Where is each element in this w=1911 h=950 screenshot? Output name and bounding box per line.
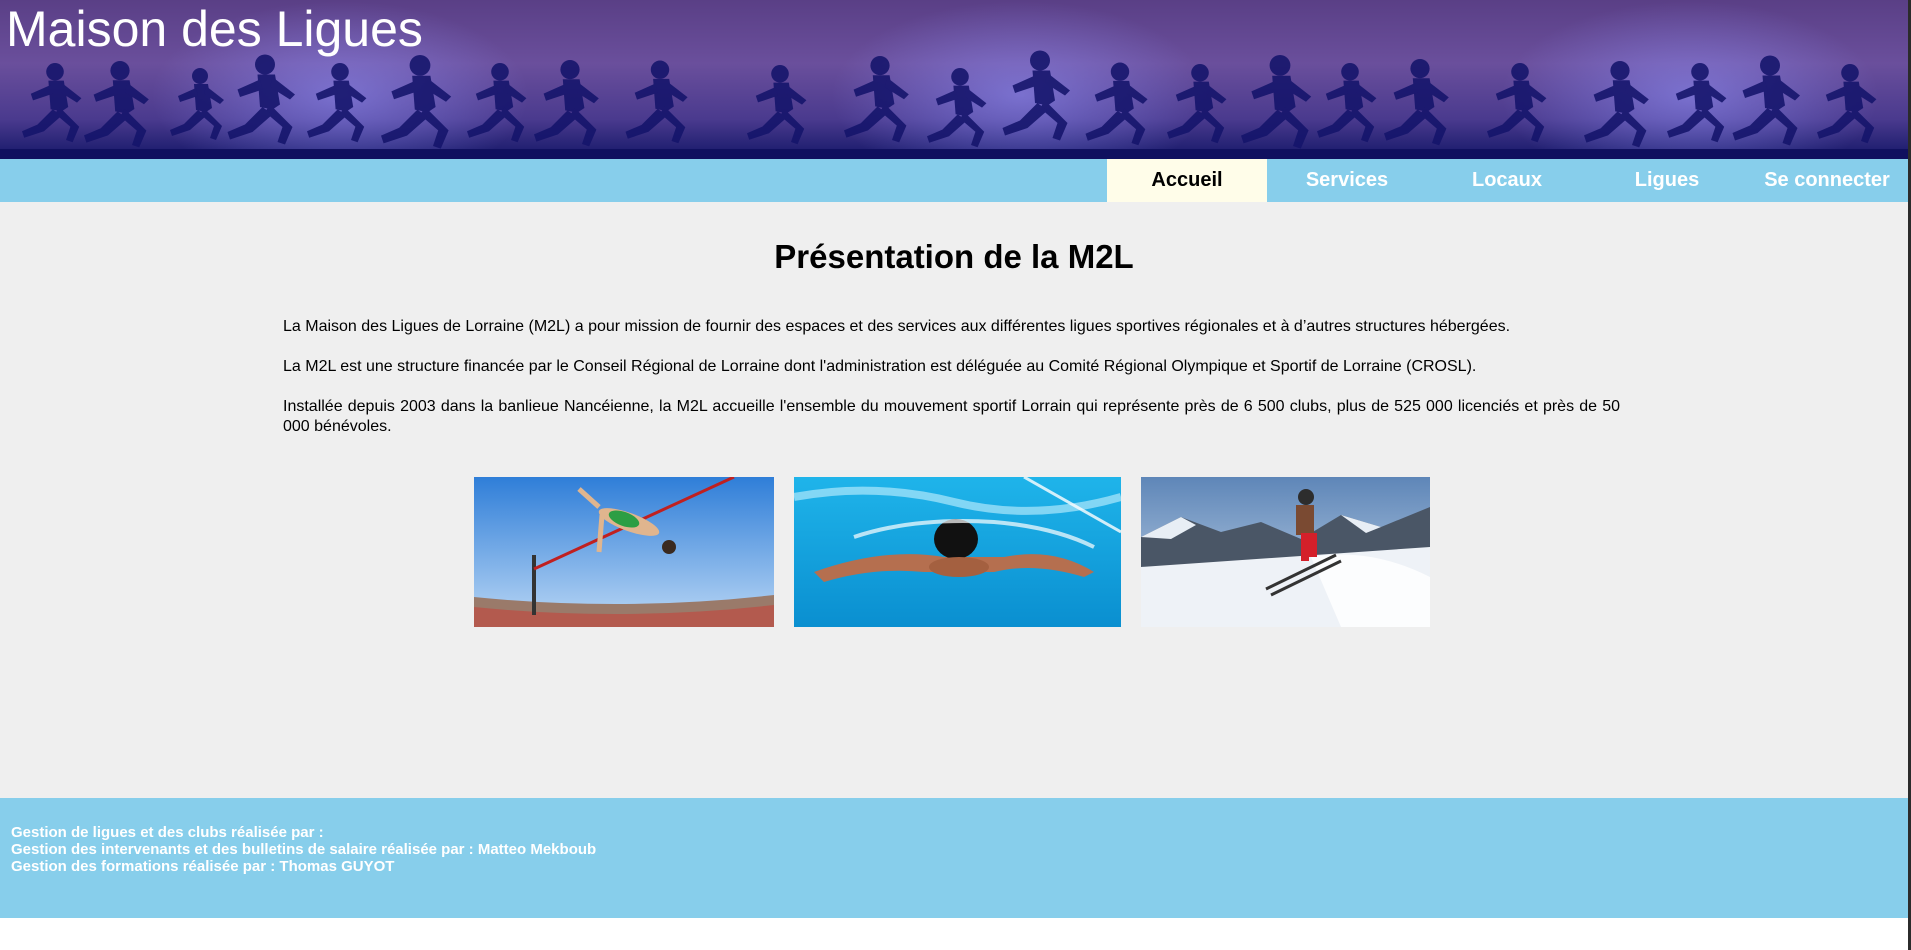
paragraph-financement: La M2L est une structure financée par le… — [283, 358, 1477, 375]
swimmer-photo — [794, 477, 1121, 627]
nav-services[interactable]: Services — [1267, 159, 1427, 202]
site-title: Maison des Ligues — [6, 1, 423, 57]
footer-line-intervenants: Gestion des intervenants et des bulletin… — [11, 841, 597, 858]
footer-credits: Gestion de ligues et des clubs réalisée … — [11, 824, 596, 875]
paragraph-installation: Installée depuis 2003 dans la banlieue N… — [283, 398, 1620, 435]
page: Maison des Ligues Accueil Services Locau… — [0, 0, 1911, 950]
footer-line-ligues: Gestion de ligues et des clubs réalisée … — [11, 824, 324, 841]
presentation-text: La Maison des Ligues de Lorraine (M2L) a… — [283, 317, 1620, 457]
nav-locaux[interactable]: Locaux — [1427, 159, 1587, 202]
header-banner: Maison des Ligues — [0, 0, 1908, 159]
page-title: Présentation de la M2L — [774, 238, 1134, 275]
footer: Gestion de ligues et des clubs réalisée … — [0, 798, 1908, 918]
skier-photo — [1141, 477, 1430, 627]
high-jump-photo — [474, 477, 774, 627]
nav-se-connecter[interactable]: Se connecter — [1747, 159, 1907, 202]
main-nav: Accueil Services Locaux Ligues Se connec… — [0, 159, 1908, 202]
nav-accueil[interactable]: Accueil — [1107, 159, 1267, 202]
footer-line-formations: Gestion des formations réalisée par : Th… — [11, 858, 395, 875]
nav-ligues[interactable]: Ligues — [1587, 159, 1747, 202]
main-content: Présentation de la M2L La Maison des Lig… — [0, 202, 1908, 798]
paragraph-mission: La Maison des Ligues de Lorraine (M2L) a… — [283, 318, 1511, 335]
